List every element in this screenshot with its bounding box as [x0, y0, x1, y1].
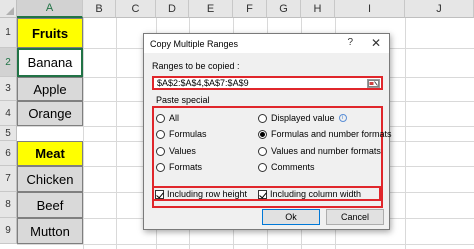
column-header-g[interactable]: G [267, 0, 301, 18]
option-formulas-and-number-formats-label: Formulas and number formats [271, 129, 392, 139]
option-all[interactable]: All [156, 113, 179, 123]
option-values-and-number-formats[interactable]: Values and number formats [258, 146, 381, 156]
radio-icon[interactable] [258, 162, 267, 172]
row-header-5[interactable]: 5 [0, 126, 17, 141]
option-comments[interactable]: Comments [258, 162, 315, 172]
column-header-a[interactable]: A [17, 0, 83, 18]
option-comments-label: Comments [271, 162, 315, 172]
row-header-2[interactable]: 2 [0, 48, 17, 77]
row-header-1[interactable]: 1 [0, 18, 17, 48]
option-values-label: Values [169, 146, 196, 156]
radio-icon[interactable] [258, 113, 267, 123]
option-all-label: All [169, 113, 180, 123]
radio-icon[interactable] [156, 162, 165, 172]
ranges-label: Ranges to be copied : [152, 61, 240, 71]
column-header-b[interactable]: B [83, 0, 116, 18]
option-formats[interactable]: Formats [156, 162, 202, 172]
ok-button[interactable]: Ok [262, 209, 320, 225]
column-header-e[interactable]: E [189, 0, 233, 18]
cell-a4[interactable]: Orange [17, 101, 83, 126]
option-formulas-label: Formulas [169, 129, 207, 139]
option-formulas[interactable]: Formulas [156, 129, 207, 139]
row-header-3[interactable]: 3 [0, 77, 17, 101]
dialog-title: Copy Multiple Ranges [150, 38, 239, 49]
radio-icon[interactable] [156, 129, 165, 139]
cell-a9[interactable]: Mutton [17, 218, 83, 244]
cell-a3[interactable]: Apple [17, 77, 83, 101]
copy-multiple-ranges-dialog: Copy Multiple Ranges ? ✕ Ranges to be co… [143, 33, 392, 230]
column-header-i[interactable]: I [335, 0, 405, 18]
gridline [17, 244, 474, 245]
including-row-height-checkbox[interactable]: Including row height [155, 189, 247, 199]
cell-a2[interactable]: Banana [17, 48, 83, 77]
cell-a7[interactable]: Chicken [17, 166, 83, 192]
column-header-c[interactable]: C [116, 0, 156, 18]
row-header-8[interactable]: 8 [0, 192, 17, 218]
row-header-4[interactable]: 4 [0, 101, 17, 126]
option-displayed-value-label: Displayed value [271, 113, 335, 123]
column-header-j[interactable]: J [405, 0, 474, 18]
gridline [405, 18, 406, 249]
help-icon[interactable]: ? [347, 37, 353, 48]
including-column-width-label: Including column width [270, 189, 362, 199]
row-header-7[interactable]: 7 [0, 166, 17, 192]
ranges-input-value: $A$2:$A$4,$A$7:$A$9 [157, 78, 249, 88]
row-header-9[interactable]: 9 [0, 218, 17, 244]
cell-a6[interactable]: Meat [17, 141, 83, 166]
option-displayed-value[interactable]: Displayed value i [258, 113, 347, 123]
radio-icon[interactable] [156, 146, 165, 156]
ranges-input[interactable]: $A$2:$A$4,$A$7:$A$9 [152, 76, 383, 90]
checkbox-checked-icon[interactable] [258, 189, 267, 199]
including-row-height-label: Including row height [167, 189, 248, 199]
column-header-h[interactable]: H [301, 0, 335, 18]
cancel-button[interactable]: Cancel [326, 209, 384, 225]
paste-special-label: Paste special [156, 95, 210, 105]
column-header-f[interactable]: F [233, 0, 267, 18]
radio-icon[interactable] [156, 113, 165, 123]
gridline [83, 18, 84, 249]
option-values-and-number-formats-label: Values and number formats [271, 146, 381, 156]
close-icon[interactable]: ✕ [371, 36, 381, 50]
gridline [116, 18, 117, 249]
radio-icon[interactable] [258, 146, 267, 156]
including-column-width-checkbox[interactable]: Including column width [258, 189, 361, 199]
option-formulas-and-number-formats[interactable]: Formulas and number formats [258, 129, 392, 139]
select-all-corner[interactable] [0, 0, 17, 18]
option-values[interactable]: Values [156, 146, 196, 156]
cell-a1[interactable]: Fruits [17, 18, 83, 48]
row-header-6[interactable]: 6 [0, 141, 17, 166]
column-header-d[interactable]: D [156, 0, 189, 18]
radio-selected-icon[interactable] [258, 129, 267, 139]
checkbox-checked-icon[interactable] [155, 189, 164, 199]
cell-a8[interactable]: Beef [17, 192, 83, 218]
range-select-icon[interactable] [367, 79, 380, 88]
info-icon[interactable]: i [338, 114, 347, 122]
option-formats-label: Formats [169, 162, 203, 172]
